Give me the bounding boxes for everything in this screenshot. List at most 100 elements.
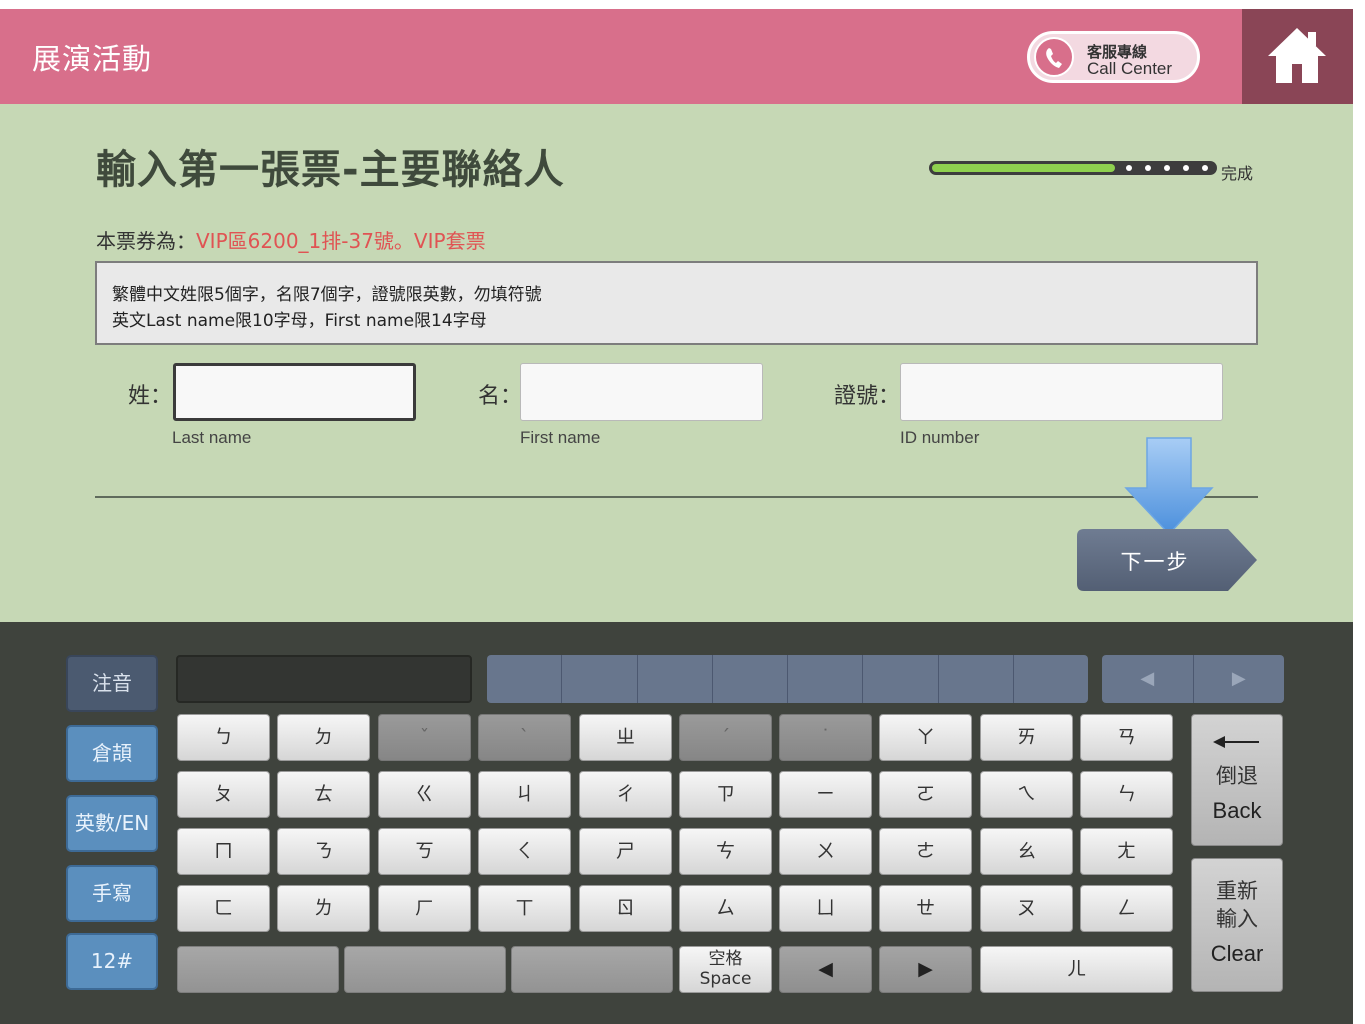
notice-line: 繁體中文姓限5個字，名限7個字，證號限英數，勿填符號: [112, 285, 542, 305]
notice-line: 英文Last name限10字母，First name限14字母: [112, 311, 487, 331]
zhuyin-key[interactable]: ㄨ: [779, 828, 872, 875]
zhuyin-key[interactable]: ㄟ: [980, 771, 1073, 818]
progress-dot: [1183, 165, 1189, 171]
candidate-slot[interactable]: [863, 655, 939, 703]
home-button[interactable]: [1242, 9, 1353, 104]
zhuyin-key[interactable]: ㄔ: [579, 771, 672, 818]
zhuyin-key[interactable]: ㄢ: [1080, 714, 1173, 761]
mode-english-button[interactable]: 英數/EN: [66, 795, 158, 852]
backspace-label-en: Back: [1212, 798, 1262, 823]
divider: [95, 496, 1258, 498]
progress-fill: [932, 164, 1115, 172]
call-center-button[interactable]: 客服專線 Call Center: [1027, 31, 1200, 83]
blank-key[interactable]: [177, 946, 339, 993]
space-key[interactable]: 空格 Space: [679, 946, 772, 993]
last-name-sublabel: Last name: [172, 428, 252, 447]
cursor-right-key[interactable]: ▶: [879, 946, 972, 993]
zhuyin-key[interactable]: ㄇ: [177, 828, 270, 875]
zhuyin-key[interactable]: ㄆ: [177, 771, 270, 818]
zhuyin-key[interactable]: ㄈ: [177, 885, 270, 932]
zhuyin-key[interactable]: ㄓ: [579, 714, 672, 761]
zhuyin-key[interactable]: ㄒ: [478, 885, 571, 932]
zhuyin-key[interactable]: ㄠ: [980, 828, 1073, 875]
clear-label-zh: 重新輸入: [1216, 879, 1258, 931]
progress-dot: [1164, 165, 1170, 171]
candidate-nav: ◀ ▶: [1102, 655, 1284, 703]
tone-key[interactable]: ˇ: [378, 714, 471, 761]
space-key-label-zh: 空格: [708, 949, 743, 969]
candidate-slot[interactable]: [938, 655, 1014, 703]
ticket-value: VIP區6200_1排-37號。VIP套票: [196, 229, 486, 253]
candidate-bar: [487, 655, 1088, 703]
phone-icon: [1034, 37, 1074, 77]
candidate-slot[interactable]: [788, 655, 864, 703]
candidate-slot[interactable]: [712, 655, 788, 703]
tone-key[interactable]: ˋ: [478, 714, 571, 761]
mode-handwriting-button[interactable]: 手寫: [66, 865, 158, 922]
backspace-key[interactable]: 倒退 Back: [1191, 714, 1283, 846]
home-icon: [1268, 28, 1326, 83]
mode-numbers-button[interactable]: 12#: [66, 933, 158, 990]
zhuyin-key[interactable]: ㄗ: [679, 771, 772, 818]
zhuyin-key[interactable]: ㄑ: [478, 828, 571, 875]
zhuyin-key[interactable]: ㄙ: [679, 885, 772, 932]
zhuyin-key[interactable]: ㄉ: [277, 714, 370, 761]
id-number-input[interactable]: [900, 363, 1223, 421]
backspace-arrow-icon: [1213, 736, 1259, 748]
candidate-next-button[interactable]: ▶: [1193, 655, 1284, 703]
zhuyin-key[interactable]: ㄌ: [277, 885, 370, 932]
candidate-prev-button[interactable]: ◀: [1102, 655, 1194, 703]
candidate-slot[interactable]: [487, 655, 563, 703]
progress-dot: [1202, 165, 1208, 171]
blank-key[interactable]: [344, 946, 506, 993]
backspace-label-zh: 倒退: [1216, 764, 1258, 788]
first-name-label: 名：: [478, 384, 523, 409]
zhuyin-key[interactable]: ㄖ: [579, 885, 672, 932]
next-step-label: 下一步: [1120, 550, 1190, 574]
mode-cangjie-button[interactable]: 倉頡: [66, 725, 158, 782]
zhuyin-key[interactable]: ㄡ: [980, 885, 1073, 932]
arrow-down-icon: [1124, 437, 1214, 536]
main-form-area: 輸入第一張票-主要聯絡人 完成 本票券為：VIP區6200_1排-37號。VIP…: [0, 104, 1353, 622]
zhuyin-key[interactable]: ㄐ: [478, 771, 571, 818]
zhuyin-key[interactable]: ㄜ: [879, 828, 972, 875]
zhuyin-key[interactable]: ㄥ: [1080, 885, 1173, 932]
next-step-button[interactable]: 下一步: [1076, 528, 1258, 592]
key-er[interactable]: ㄦ: [980, 946, 1173, 993]
zhuyin-key[interactable]: ㄊ: [277, 771, 370, 818]
candidate-slot[interactable]: [562, 655, 638, 703]
first-name-sublabel: First name: [520, 428, 601, 447]
blank-key[interactable]: [511, 946, 673, 993]
space-key-label-en: Space: [699, 969, 752, 989]
zhuyin-key[interactable]: ㄩ: [779, 885, 872, 932]
zhuyin-key[interactable]: ㄕ: [579, 828, 672, 875]
tone-key[interactable]: ˊ: [679, 714, 772, 761]
call-center-label-en: Call Center: [1087, 59, 1173, 78]
zhuyin-key[interactable]: ㄍ: [378, 771, 471, 818]
zhuyin-key[interactable]: ㄏ: [378, 885, 471, 932]
id-number-sublabel: ID number: [900, 428, 980, 447]
last-name-input[interactable]: [173, 363, 416, 421]
zhuyin-key[interactable]: ㄧ: [779, 771, 872, 818]
clear-label-en: Clear: [1210, 941, 1264, 966]
candidate-slot[interactable]: [1013, 655, 1088, 703]
id-number-label: 證號：: [834, 384, 901, 409]
zhuyin-key[interactable]: ㄛ: [879, 771, 972, 818]
mode-zhuyin-button[interactable]: 注音: [66, 655, 158, 712]
zhuyin-key[interactable]: ㄣ: [1080, 771, 1173, 818]
zhuyin-key[interactable]: ㄋ: [277, 828, 370, 875]
zhuyin-key[interactable]: ㄚ: [879, 714, 972, 761]
zhuyin-key[interactable]: ㄘ: [679, 828, 772, 875]
tone-key[interactable]: ˙: [779, 714, 872, 761]
zhuyin-key[interactable]: ㄤ: [1080, 828, 1173, 875]
zhuyin-key[interactable]: ㄝ: [879, 885, 972, 932]
candidate-slot[interactable]: [637, 655, 713, 703]
first-name-input[interactable]: [520, 363, 763, 421]
zhuyin-key[interactable]: ㄞ: [980, 714, 1073, 761]
clear-key[interactable]: 重新輸入 Clear: [1191, 858, 1283, 992]
progress-dot: [1145, 165, 1151, 171]
onscreen-keyboard: ◀ ▶ 空格 Space ◀ ▶ ㄦ 倒退 Back 重新輸入 Clear 注音…: [0, 622, 1353, 1024]
zhuyin-key[interactable]: ㄎ: [378, 828, 471, 875]
cursor-left-key[interactable]: ◀: [779, 946, 872, 993]
zhuyin-key[interactable]: ㄅ: [177, 714, 270, 761]
